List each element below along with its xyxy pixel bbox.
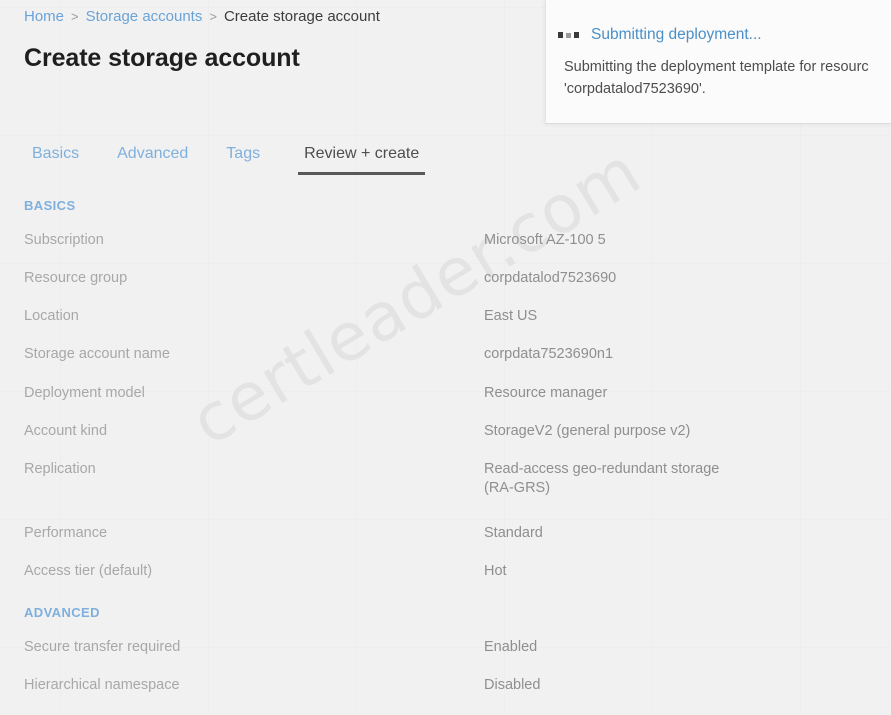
row-value-resource-group: corpdatalod7523690 [484, 270, 617, 287]
row-label-performance: Performance [24, 525, 108, 541]
summary-row: Replication Read-access geo-redundant sto… [24, 460, 784, 498]
row-value-deployment-model: Resource manager [484, 384, 608, 401]
section-heading-advanced: ADVANCED [24, 605, 100, 621]
section-advanced: ADVANCED Secure transfer required Enabled H… [24, 605, 784, 695]
row-value-access-tier-default-: Hot [484, 563, 507, 580]
breadcrumb: Home > Storage accounts > Create storage acc… [24, 8, 380, 25]
row-value-account-kind: StorageV2 (general purpose v2) [484, 422, 691, 439]
row-value-hierarchical-namespace: Disabled [484, 677, 541, 694]
row-value-secure-transfer-required: Enabled [484, 639, 538, 656]
row-value-subscription: Microsoft AZ-100 5 [484, 232, 606, 248]
notification-header: Submitting deployment... [546, 0, 891, 44]
row-label-location: Location [24, 308, 79, 325]
row-label-subscription: Subscription [24, 232, 104, 248]
summary-row: Location East US [24, 307, 784, 326]
notification-title[interactable]: Submitting deployment... [591, 26, 762, 44]
row-label-hierarchical-namespace: Hierarchical namespace [24, 677, 180, 694]
summary-row: Secure transfer required Enabled [24, 638, 784, 657]
section-basics: BASICS Subscription Microsoft AZ-100 5 Reso… [24, 198, 784, 581]
row-value-storage-account-name: corpdata7523690n1 [484, 346, 614, 363]
row-value-location: East US [484, 308, 538, 325]
breadcrumb-separator: > [209, 9, 217, 24]
wizard-tabs: Basics Advanced Tags Review + create [32, 145, 426, 175]
summary-row: Hierarchical namespace Disabled [24, 676, 784, 695]
tab-tags[interactable]: Tags [226, 145, 260, 175]
summary-row: Subscription Microsoft AZ-100 5 [24, 231, 784, 250]
section-heading-basics: BASICS [24, 198, 76, 213]
row-label-secure-transfer-required: Secure transfer required [24, 639, 181, 656]
section-rows-basics: Subscription Microsoft AZ-100 5 Resource g… [24, 231, 784, 581]
tab-advanced[interactable]: Advanced [117, 145, 188, 175]
breadcrumb-item-home[interactable]: Home [24, 8, 64, 25]
in-progress-icon [558, 32, 579, 38]
row-label-account-kind: Account kind [24, 422, 108, 439]
page-title: Create storage account [24, 44, 300, 72]
row-value-replication: Read-access geo-redundant storage (RA-GR… [484, 460, 720, 496]
notification-body: Submitting the deployment template for r… [564, 59, 869, 98]
tab-review-create[interactable]: Review + create [298, 145, 426, 175]
summary-row: Account kind StorageV2 (general purpose v… [24, 422, 784, 441]
row-label-storage-account-name: Storage account name [24, 346, 170, 363]
section-rows-advanced: Secure transfer required Enabled Hierarchi… [24, 638, 784, 695]
summary-row: Deployment model Resource manager [24, 384, 784, 403]
summary-row: Performance Standard [24, 524, 784, 543]
summary-row: Resource group corpdatalod7523690 [24, 269, 784, 288]
deployment-notification[interactable]: Submitting deployment... Submitting the … [545, 0, 891, 124]
row-label-replication: Replication [24, 460, 96, 477]
breadcrumb-item-storage-accounts[interactable]: Storage accounts [86, 8, 203, 25]
row-value-performance: Standard [484, 525, 543, 541]
summary-row: Storage account name corpdata7523690n1 [24, 345, 784, 364]
review-summary: BASICS Subscription Microsoft AZ-100 5 Reso… [24, 198, 784, 715]
row-label-deployment-model: Deployment model [24, 384, 145, 401]
breadcrumb-separator: > [71, 9, 79, 24]
tab-basics[interactable]: Basics [32, 145, 79, 175]
row-label-access-tier-default-: Access tier (default) [24, 563, 153, 580]
summary-row: Access tier (default) Hot [24, 562, 784, 581]
row-label-resource-group: Resource group [24, 270, 128, 287]
breadcrumb-item-create-storage-account: Create storage account [223, 8, 380, 25]
